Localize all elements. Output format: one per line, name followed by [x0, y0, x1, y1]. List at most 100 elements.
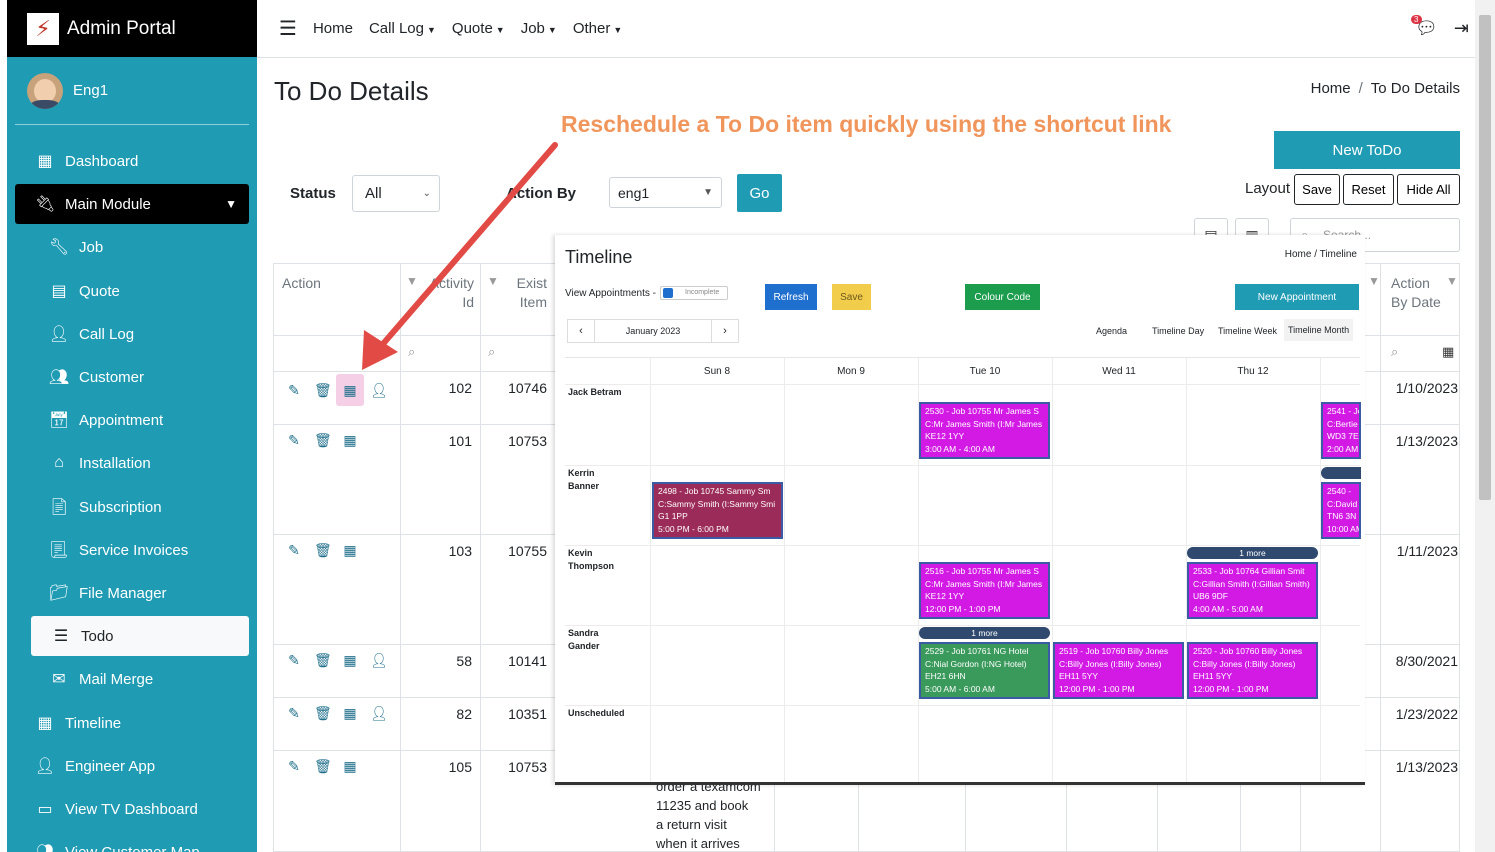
edit-icon[interactable]: ✎: [286, 542, 302, 559]
reschedule-calendar-icon[interactable]: ▦: [342, 705, 358, 722]
reschedule-calendar-icon[interactable]: ▦: [336, 374, 364, 406]
sidebar-item-timeline[interactable]: ▦ Timeline: [15, 703, 249, 743]
logout-icon[interactable]: ⇥: [1454, 18, 1469, 39]
more-link[interactable]: 1 more: [1187, 547, 1318, 559]
column-header-action[interactable]: Action: [282, 274, 321, 293]
edit-icon[interactable]: ✎: [286, 705, 302, 722]
trash-icon[interactable]: 🗑︎: [314, 382, 332, 399]
chevron-left-icon[interactable]: ‹: [568, 325, 594, 337]
go-button[interactable]: Go: [737, 174, 782, 212]
topnav-home[interactable]: Home: [313, 20, 353, 37]
sidebar-item-appointment[interactable]: 📅︎ Appointment: [15, 400, 249, 440]
appointment-event[interactable]: 2530 - Job 10755 Mr James S C:Mr James Sm…: [919, 402, 1050, 459]
sidebar-item-dashboard[interactable]: ▦ Dashboard: [15, 141, 249, 181]
sidebar-item-todo[interactable]: ☰ Todo: [31, 616, 249, 656]
colour-code-button[interactable]: Colour Code: [965, 284, 1040, 310]
trash-icon[interactable]: 🗑︎: [314, 432, 332, 449]
appointment-event[interactable]: 2540 - C:David TN6 3N 10:00 AM: [1321, 482, 1361, 539]
filter-icon[interactable]: ▼: [1368, 274, 1380, 288]
brand[interactable]: ⚡ Admin Portal: [7, 0, 257, 57]
topnav-job[interactable]: Job ▼: [521, 20, 557, 37]
sidebar-item-view-customer-map[interactable]: 👥︎ View Customer Map: [15, 832, 249, 852]
edit-icon[interactable]: ✎: [286, 432, 302, 449]
new-appointment-button[interactable]: New Appointment: [1235, 284, 1359, 310]
trash-icon[interactable]: 🗑︎: [314, 705, 332, 722]
hamburger-menu-icon[interactable]: ☰: [279, 16, 297, 41]
sidebar-item-job[interactable]: 🔧︎ Job: [15, 227, 249, 267]
event-line: 10:00 AM: [1327, 523, 1361, 534]
topnav-other[interactable]: Other ▼: [573, 20, 622, 37]
column-header-activity-id[interactable]: Activity Id: [422, 274, 474, 312]
layout-reset-button[interactable]: Reset: [1343, 174, 1394, 205]
status-select[interactable]: All ⌄: [352, 175, 440, 212]
edit-icon[interactable]: ✎: [286, 758, 302, 775]
appointment-event[interactable]: 2529 - Job 10761 NG Hotel C:Nial Gordon (…: [919, 642, 1050, 699]
action-by-select[interactable]: eng1 ▼: [609, 177, 722, 208]
column-divider: [965, 784, 966, 851]
refresh-button[interactable]: Refresh: [765, 284, 817, 310]
reschedule-calendar-icon[interactable]: ▦: [342, 758, 358, 775]
more-indicator[interactable]: [1321, 467, 1361, 479]
calendar-icon[interactable]: ▦: [1442, 344, 1454, 360]
incomplete-toggle[interactable]: Incomplete: [660, 286, 728, 300]
reschedule-calendar-icon[interactable]: ▦: [342, 542, 358, 559]
scrollbar-thumb[interactable]: [1479, 15, 1491, 500]
appointment-event[interactable]: 2541 - Job C:Bertie WD3 7E 2:00 AM: [1321, 402, 1361, 459]
user-icon[interactable]: 👤︎: [370, 382, 388, 399]
user-panel[interactable]: Eng1: [15, 57, 249, 125]
trash-icon[interactable]: 🗑︎: [314, 652, 332, 669]
sidebar-item-call-log[interactable]: 👤︎ Call Log: [15, 314, 249, 354]
page-scrollbar[interactable]: [1475, 0, 1495, 852]
reschedule-calendar-icon[interactable]: ▦: [342, 652, 358, 669]
reschedule-calendar-icon[interactable]: ▦: [342, 432, 358, 449]
view-agenda[interactable]: Agenda: [1096, 326, 1127, 336]
event-line: C:Bertie: [1327, 418, 1358, 429]
sidebar-item-main-module[interactable]: 🔌︎ Main Module ▼: [15, 184, 249, 224]
sidebar-item-service-invoices[interactable]: 📃︎ Service Invoices: [15, 530, 249, 570]
sidebar-item-view-tv-dashboard[interactable]: ▭ View TV Dashboard: [15, 789, 249, 829]
layout-hide-all-button[interactable]: Hide All: [1397, 174, 1460, 205]
chat-notification-icon[interactable]: 💬︎ 3: [1411, 15, 1438, 39]
appointment-event[interactable]: 2516 - Job 10755 Mr James S C:Mr James Sm…: [919, 562, 1050, 619]
view-timeline-day[interactable]: Timeline Day: [1152, 326, 1204, 336]
trash-icon[interactable]: 🗑︎: [314, 542, 332, 559]
user-icon[interactable]: 👤︎: [370, 652, 388, 669]
edit-icon[interactable]: ✎: [286, 652, 302, 669]
sidebar-item-mail-merge[interactable]: ✉ Mail Merge: [15, 659, 249, 699]
view-timeline-week[interactable]: Timeline Week: [1218, 326, 1277, 336]
trash-icon[interactable]: 🗑︎: [314, 758, 332, 775]
column-header-action-by-date[interactable]: Action By Date: [1391, 274, 1441, 312]
sidebar-item-customer[interactable]: 👥︎ Customer: [15, 357, 249, 397]
search-icon[interactable]: ⌕: [488, 344, 495, 360]
row-actions: ✎ 🗑︎ ▦ 👤︎: [286, 705, 388, 722]
topnav-quote[interactable]: Quote ▼: [452, 20, 505, 37]
save-button[interactable]: Save: [832, 284, 871, 310]
appointment-event[interactable]: 2519 - Job 10760 Billy Jones C:Billy Jone…: [1053, 642, 1184, 699]
current-month[interactable]: January 2023: [594, 320, 712, 342]
chevron-right-icon[interactable]: ›: [712, 325, 738, 337]
user-icon[interactable]: 👤︎: [370, 705, 388, 722]
filter-icon[interactable]: ▼: [487, 274, 499, 288]
sidebar-item-quote[interactable]: ▤ Quote: [15, 271, 249, 311]
topnav-call-log[interactable]: Call Log ▼: [369, 20, 436, 37]
appointment-event[interactable]: 2498 - Job 10745 Sammy Sm C:Sammy Smith (…: [652, 482, 783, 539]
breadcrumb-home[interactable]: Home: [1311, 80, 1351, 97]
appointment-event[interactable]: 2533 - Job 10764 Gillian Smit C:Gillian S…: [1187, 562, 1318, 619]
sidebar-item-file-manager[interactable]: 📁︎ File Manager: [15, 573, 249, 613]
new-todo-button[interactable]: New ToDo: [1274, 131, 1460, 169]
filter-icon[interactable]: ▼: [406, 274, 418, 288]
layout-save-button[interactable]: Save: [1294, 174, 1340, 205]
sidebar-item-subscription[interactable]: 📄︎ Subscription: [15, 487, 249, 527]
sidebar-item-label: Engineer App: [65, 757, 156, 775]
sidebar-item-installation[interactable]: ⌂ Installation: [15, 443, 249, 483]
breadcrumb-home[interactable]: Home: [1285, 249, 1312, 260]
edit-icon[interactable]: ✎: [286, 382, 302, 399]
view-timeline-month[interactable]: Timeline Month: [1284, 319, 1354, 341]
more-link[interactable]: 1 more: [919, 627, 1050, 639]
sidebar-item-engineer-app[interactable]: 👤︎ Engineer App: [15, 746, 249, 786]
search-icon[interactable]: ⌕: [408, 344, 415, 360]
search-icon[interactable]: ⌕: [1391, 344, 1398, 360]
column-header-exist-item[interactable]: Exist Item: [502, 274, 547, 312]
filter-icon[interactable]: ▼: [1446, 274, 1458, 288]
appointment-event[interactable]: 2520 - Job 10760 Billy Jones C:Billy Jone…: [1187, 642, 1318, 699]
